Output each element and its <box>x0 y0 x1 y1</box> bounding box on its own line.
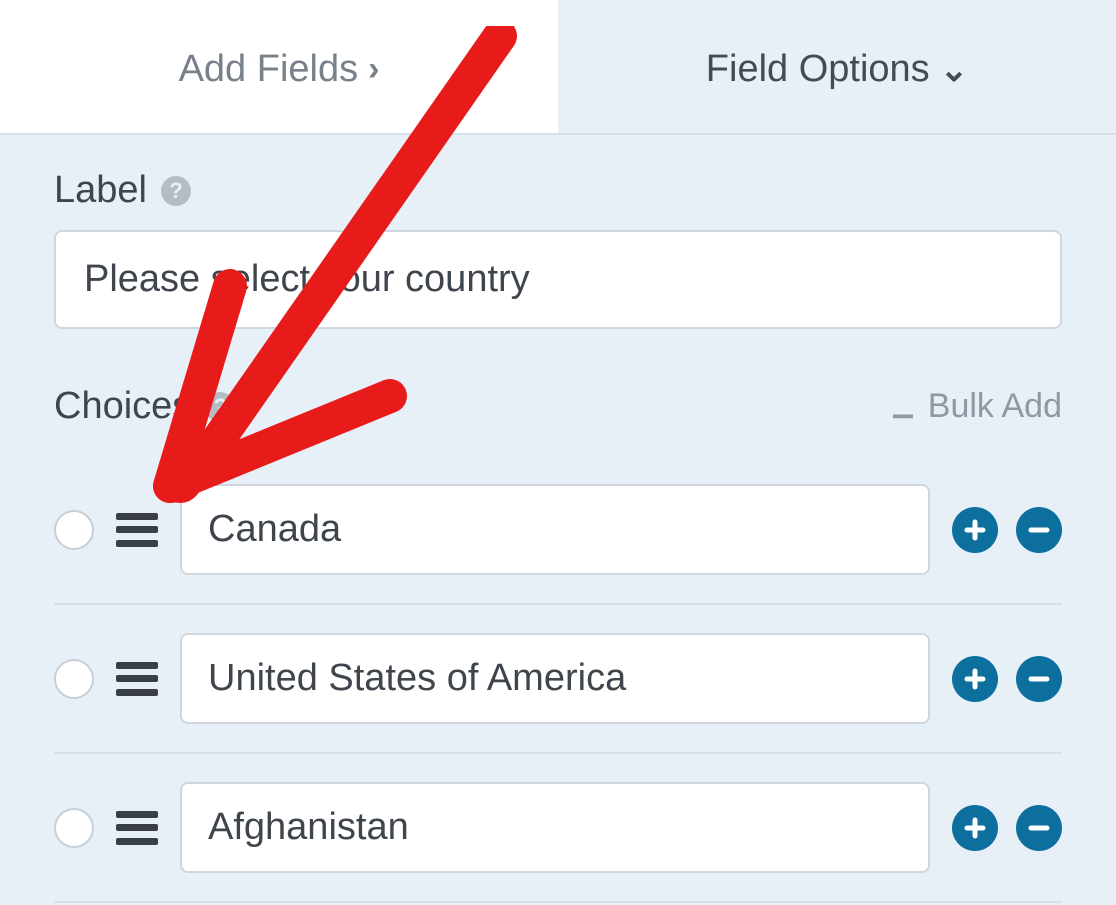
tab-add-fields[interactable]: Add Fields › <box>0 0 558 133</box>
chevron-down-icon: ⌄ <box>940 50 969 90</box>
minus-icon <box>1027 667 1051 691</box>
chevron-right-icon: › <box>368 50 379 89</box>
tab-add-fields-label: Add Fields <box>179 48 359 91</box>
label-header: Label ? <box>54 169 1062 212</box>
default-radio[interactable] <box>54 808 94 848</box>
field-options-panel: Label ? Choices ? Bulk Add <box>0 135 1116 903</box>
choice-input[interactable] <box>180 633 930 724</box>
minus-icon <box>1027 816 1051 840</box>
choices-title: Choices <box>54 385 191 428</box>
default-radio[interactable] <box>54 659 94 699</box>
bulk-add-label: Bulk Add <box>928 387 1062 426</box>
choice-input[interactable] <box>180 782 930 873</box>
label-input[interactable] <box>54 230 1062 329</box>
add-choice-button[interactable] <box>952 656 998 702</box>
help-icon[interactable]: ? <box>205 392 235 422</box>
bulk-add-button[interactable]: Bulk Add <box>888 387 1062 426</box>
plus-icon <box>963 667 987 691</box>
choice-input[interactable] <box>180 484 930 575</box>
remove-choice-button[interactable] <box>1016 656 1062 702</box>
minus-icon <box>1027 518 1051 542</box>
choice-row <box>54 754 1062 903</box>
default-radio[interactable] <box>54 510 94 550</box>
tab-field-options[interactable]: Field Options ⌄ <box>558 0 1116 133</box>
help-icon[interactable]: ? <box>161 176 191 206</box>
download-icon <box>888 392 918 422</box>
tab-field-options-label: Field Options <box>706 48 930 91</box>
add-choice-button[interactable] <box>952 507 998 553</box>
add-choice-button[interactable] <box>952 805 998 851</box>
remove-choice-button[interactable] <box>1016 805 1062 851</box>
choices-header: Choices ? Bulk Add <box>54 385 1062 428</box>
drag-handle-icon[interactable] <box>116 811 158 845</box>
choice-row <box>54 605 1062 754</box>
tabs-bar: Add Fields › Field Options ⌄ <box>0 0 1116 135</box>
choice-row <box>54 456 1062 605</box>
drag-handle-icon[interactable] <box>116 662 158 696</box>
plus-icon <box>963 518 987 542</box>
plus-icon <box>963 816 987 840</box>
remove-choice-button[interactable] <box>1016 507 1062 553</box>
drag-handle-icon[interactable] <box>116 513 158 547</box>
label-title: Label <box>54 169 147 212</box>
